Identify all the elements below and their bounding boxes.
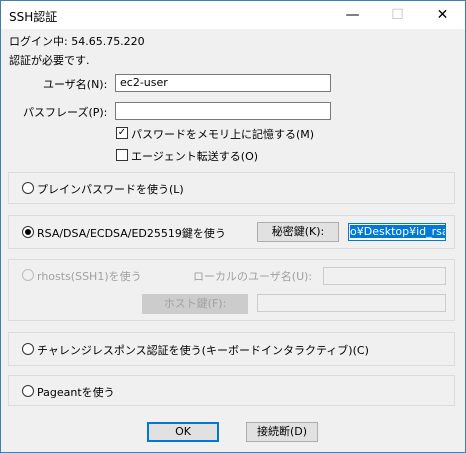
rsa-label: RSA/DSA/ECDSA/ED25519鍵を使う [37, 227, 226, 240]
ok-button[interactable]: OK [147, 422, 219, 442]
agent-forwarding-checkbox[interactable] [116, 149, 128, 161]
minimize-button[interactable]: — [330, 1, 375, 29]
remember-password-checkbox[interactable]: ✓ [116, 127, 128, 139]
passphrase-label: パスフレーズ(P): [23, 106, 108, 119]
username-input[interactable]: ec2-user [115, 74, 331, 92]
host-key-input [257, 294, 446, 312]
host-key-button: ホスト鍵(F): [142, 294, 248, 314]
window-title: SSH認証 [9, 10, 58, 24]
rsa-radio[interactable] [22, 226, 34, 238]
pageant-label: Pageantを使う [37, 386, 115, 399]
agent-forwarding-label: エージェント転送する(O) [131, 150, 259, 163]
private-key-button[interactable]: 秘密鍵(K): [257, 222, 339, 242]
auth-required-text: 認証が必要です. [9, 54, 90, 67]
title-bar[interactable]: SSH認証 — ☐ ✕ [1, 1, 465, 29]
challenge-label: チャレンジレスポンス認証を使う(キーボードインタラクティブ)(C) [37, 344, 369, 357]
ssh-auth-dialog: SSH認証 — ☐ ✕ ログイン中: 54.65.75.220 認証が必要です.… [0, 0, 466, 453]
maximize-button: ☐ [391, 7, 404, 23]
key-path-selection: o¥Desktop¥id_rsa [350, 225, 445, 238]
remember-password-label: パスワードをメモリ上に記憶する(M) [131, 128, 315, 141]
disconnect-button[interactable]: 接続断(D) [246, 422, 318, 442]
plain-password-label: プレインパスワードを使う(L) [37, 183, 184, 196]
close-button[interactable]: ✕ [420, 1, 465, 29]
local-user-label: ローカルのユーザ名(U): [193, 270, 313, 283]
rhosts-label: rhosts(SSH1)を使う [37, 270, 142, 283]
key-path-input[interactable]: o¥Desktop¥id_rsa [348, 223, 446, 241]
pageant-radio[interactable] [22, 385, 34, 397]
challenge-radio[interactable] [22, 343, 34, 355]
local-user-input [323, 267, 446, 285]
rhosts-radio [22, 269, 34, 281]
username-label: ユーザ名(N): [43, 78, 108, 91]
plain-password-radio[interactable] [22, 182, 34, 194]
login-info: ログイン中: 54.65.75.220 [9, 35, 145, 48]
passphrase-input[interactable] [115, 102, 331, 120]
